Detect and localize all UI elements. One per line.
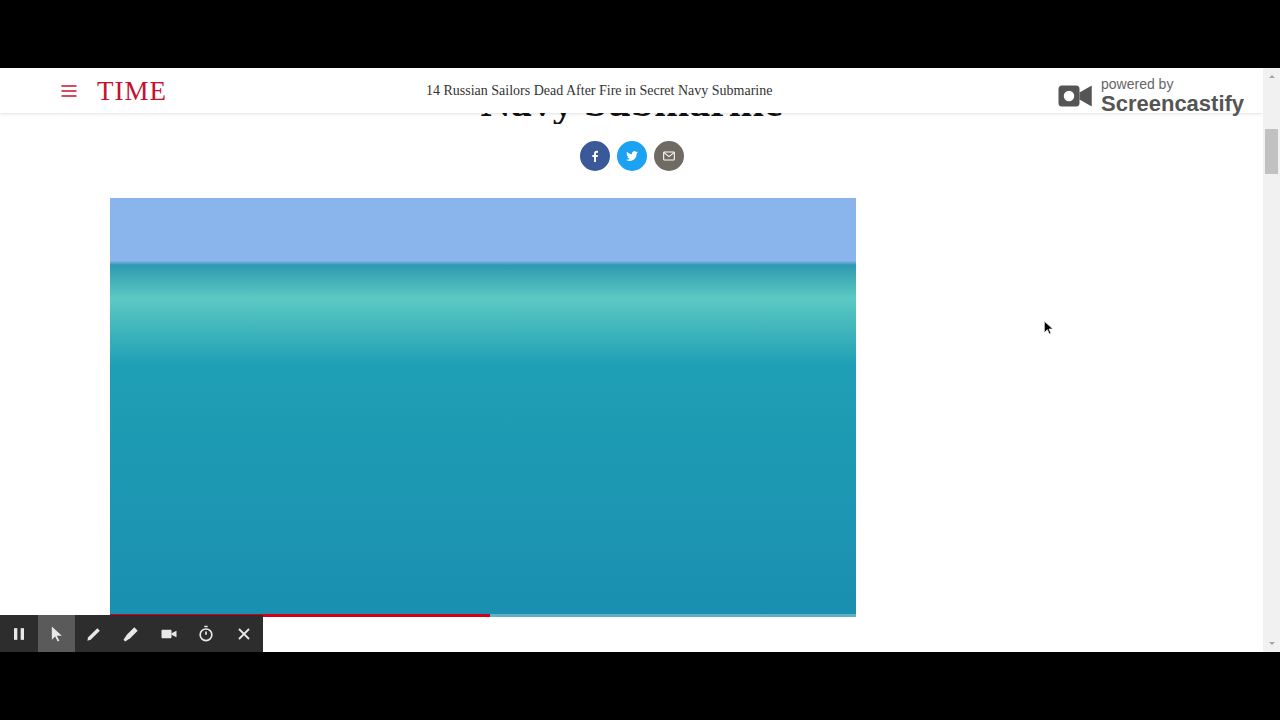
screencastify-watermark: powered by Screencastify [1055,75,1244,117]
close-icon [234,624,254,644]
timer-tool-button[interactable] [188,615,226,652]
pause-icon [9,624,29,644]
powered-by: powered by [1101,77,1244,91]
email-share-button[interactable] [654,141,684,171]
pen-tool-button[interactable] [75,615,113,652]
twitter-share-button[interactable] [617,141,647,171]
page-viewport: TIME 14 Russian Sailors Dead After Fire i… [0,68,1263,652]
article: Navy Submarine [0,68,1263,617]
email-icon [661,148,677,164]
video-player[interactable] [110,198,856,617]
brand: Screencastify [1101,93,1244,115]
watermark-text: powered by Screencastify [1101,77,1244,115]
scroll-up-icon [1266,68,1278,85]
pointer-icon [46,624,66,644]
highlighter-icon [121,624,141,644]
menu-icon[interactable] [59,81,79,101]
screencastify-logo-icon [1055,75,1097,117]
time-logo[interactable]: TIME [97,75,167,107]
close-tool-button[interactable] [225,615,263,652]
facebook-icon [587,148,603,164]
camera-icon [159,624,179,644]
pause-tool-button[interactable] [0,615,38,652]
timer-icon [196,624,216,644]
pen-icon [84,624,104,644]
screencastify-toolbar [0,615,263,652]
mouse-cursor-icon [1041,320,1057,336]
scrollbar[interactable] [1263,68,1280,652]
camera-tool-button[interactable] [150,615,188,652]
facebook-share-button[interactable] [580,141,610,171]
twitter-icon [624,148,640,164]
header-title: 14 Russian Sailors Dead After Fire in Se… [426,80,772,101]
scroll-down-icon [1266,635,1278,652]
pointer-tool-button[interactable] [38,615,76,652]
scroll-thumb[interactable] [1265,129,1278,174]
share-bar [0,141,1263,171]
highlighter-tool-button[interactable] [113,615,151,652]
scroll-track[interactable] [1263,85,1280,635]
